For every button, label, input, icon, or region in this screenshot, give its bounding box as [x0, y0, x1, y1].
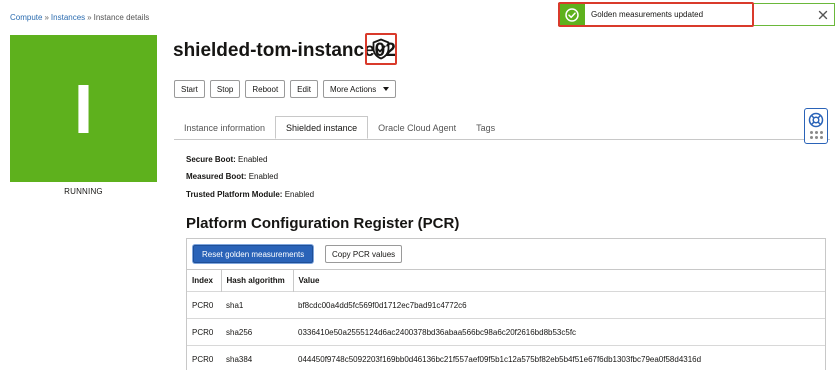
- instance-initial: I: [73, 69, 94, 148]
- property-value: Enabled: [238, 155, 268, 164]
- property-value: Enabled: [248, 172, 279, 181]
- table-row: PCR0 sha384 044450f9748c5092203f169bb0d4…: [187, 345, 825, 370]
- reset-golden-measurements-button[interactable]: Reset golden measurements: [193, 245, 314, 263]
- toast-status-bar: [559, 4, 585, 25]
- more-actions-button[interactable]: More Actions: [322, 80, 397, 98]
- pcr-hash-algorithm: sha1: [221, 291, 293, 319]
- instance-status-label: RUNNING: [64, 187, 103, 196]
- pcr-value: bf8cdc00a4dd5fc569f0d1712ec7bad91c4772c6: [293, 291, 825, 319]
- property-label: Secure Boot:: [186, 155, 236, 164]
- copy-pcr-values-button[interactable]: Copy PCR values: [325, 245, 403, 263]
- lifebuoy-icon: [808, 112, 824, 128]
- toast-message: Golden measurements updated: [591, 10, 704, 19]
- breadcrumb: Compute» Instances» Instance details: [10, 13, 149, 22]
- property-value: Enabled: [284, 190, 315, 199]
- close-icon[interactable]: [817, 9, 829, 21]
- table-row: PCR0 sha1 bf8cdc00a4dd5fc569f0d1712ec7ba…: [187, 291, 825, 319]
- property-label: Measured Boot:: [186, 172, 247, 181]
- edit-button[interactable]: Edit: [290, 80, 318, 98]
- check-circle-icon: [565, 7, 579, 22]
- more-actions-label: More Actions: [329, 84, 377, 94]
- start-button[interactable]: Start: [174, 80, 205, 98]
- instance-status-tile: I: [10, 35, 157, 182]
- table-header-row: Index Hash algorithm Value: [187, 269, 825, 292]
- pcr-index: PCR0: [187, 345, 221, 370]
- column-header-index: Index: [187, 269, 222, 292]
- pcr-value: 0336410e50a2555124d6ac2400378bd36abaa566…: [293, 318, 825, 346]
- instance-actions-toolbar: Start Stop Reboot Edit More Actions: [174, 80, 397, 98]
- reboot-button[interactable]: Reboot: [245, 80, 286, 98]
- pcr-table: Index Hash algorithm Value PCR0 sha1 bf8…: [187, 269, 825, 370]
- breadcrumb-current: Instance details: [93, 13, 150, 22]
- shield-check-icon: [365, 33, 397, 65]
- pcr-index: PCR0: [187, 291, 221, 319]
- tab-tags[interactable]: Tags: [466, 116, 505, 139]
- table-row: PCR0 sha256 0336410e50a2555124d6ac240037…: [187, 318, 825, 346]
- breadcrumb-separator: »: [44, 13, 49, 22]
- chevron-down-icon: [383, 87, 390, 91]
- pcr-hash-algorithm: sha384: [221, 345, 293, 370]
- column-header-hash-algorithm: Hash algorithm: [221, 269, 294, 292]
- pcr-value: 044450f9748c5092203f169bb0d46136bc21f557…: [293, 345, 825, 370]
- measured-boot-property: Measured Boot: Enabled: [186, 172, 278, 181]
- tab-shielded-instance[interactable]: Shielded instance: [275, 116, 369, 139]
- breadcrumb-separator: »: [87, 13, 92, 22]
- tab-divider: [174, 139, 830, 140]
- breadcrumb-instances[interactable]: Instances: [51, 13, 85, 22]
- page-title: shielded-tom-instance02: [173, 40, 396, 61]
- tab-instance-information[interactable]: Instance information: [174, 116, 275, 139]
- secure-boot-property: Secure Boot: Enabled: [186, 155, 267, 164]
- property-label: Trusted Platform Module:: [186, 190, 283, 199]
- success-toast: Golden measurements updated: [558, 3, 835, 26]
- help-widget[interactable]: [804, 108, 828, 144]
- pcr-section-title: Platform Configuration Register (PCR): [186, 215, 460, 232]
- pcr-index: PCR0: [187, 318, 221, 346]
- app-grid-icon: [809, 131, 823, 139]
- details-tabs: Instance information Shielded instance O…: [174, 116, 505, 139]
- pcr-hash-algorithm: sha256: [221, 318, 293, 346]
- tab-oracle-cloud-agent[interactable]: Oracle Cloud Agent: [368, 116, 466, 139]
- pcr-panel: Reset golden measurements Copy PCR value…: [186, 238, 826, 370]
- pcr-toolbar: Reset golden measurements Copy PCR value…: [187, 239, 825, 269]
- tpm-property: Trusted Platform Module: Enabled: [186, 190, 314, 199]
- breadcrumb-compute[interactable]: Compute: [10, 13, 42, 22]
- column-header-value: Value: [293, 269, 825, 292]
- stop-button[interactable]: Stop: [209, 80, 241, 98]
